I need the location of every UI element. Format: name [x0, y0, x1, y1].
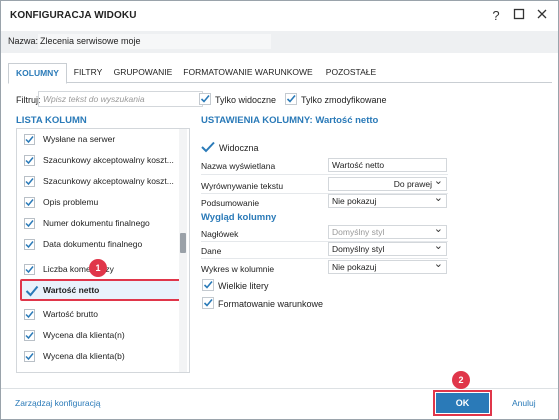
checkbox-icon[interactable]	[24, 309, 35, 320]
visible-label: Widoczna	[219, 143, 259, 153]
tab-filters[interactable]: FILTRY	[70, 63, 106, 83]
checkbox-icon[interactable]	[24, 197, 35, 208]
cancel-link[interactable]: Anuluj	[512, 398, 536, 408]
column-settings-header: USTAWIENIA KOLUMNY: Wartość netto	[201, 115, 379, 126]
title-bar: KONFIGURACJA WIDOKU ?	[1, 1, 558, 31]
text-alignment-select[interactable]: Do prawej	[328, 175, 447, 191]
conditional-formatting-checkbox-icon[interactable]	[202, 297, 214, 309]
list-item-label: Szacunkowy akceptowalny koszt...	[43, 176, 174, 186]
ok-button[interactable]: OK	[433, 390, 492, 416]
header-style-label: Nagłówek	[201, 229, 239, 239]
list-item[interactable]: Wycena dla klienta(b)	[17, 346, 181, 367]
filter-input[interactable]: Wpisz tekst do wyszukania	[38, 91, 203, 107]
checkbox-icon[interactable]	[24, 134, 35, 145]
list-item[interactable]: Szacunkowy akceptowalny koszt...	[17, 150, 181, 171]
display-name-input[interactable]: Wartość netto	[328, 158, 447, 172]
conditional-formatting-label: Formatowanie warunkowe	[218, 299, 324, 309]
list-item[interactable]: Numer dokumentu finalnego	[17, 213, 181, 234]
only-visible-label: Tylko widoczne	[215, 95, 277, 105]
tab-other[interactable]: POZOSTAŁE	[320, 63, 382, 83]
checkbox-icon[interactable]	[25, 284, 39, 298]
close-icon	[537, 9, 547, 19]
name-label: Nazwa:	[8, 36, 39, 46]
maximize-icon	[513, 8, 525, 20]
column-chart-label: Wykres w kolumnie	[201, 264, 275, 274]
checkbox-icon[interactable]	[24, 330, 35, 341]
visible-check-icon[interactable]	[201, 141, 215, 153]
list-item-label: Wartość brutto	[43, 309, 98, 319]
list-item-label: Data dokumentu finalnego	[43, 239, 143, 249]
list-item[interactable]: Szacunkowy akceptowalny koszt...	[17, 171, 181, 192]
maximize-button[interactable]	[510, 7, 528, 25]
data-style-label: Dane	[201, 246, 222, 256]
close-button[interactable]	[533, 7, 551, 25]
divider	[201, 174, 448, 175]
column-list-header: LISTA KOLUMN	[16, 115, 87, 126]
list-item-selected[interactable]: Wartość netto	[20, 279, 182, 301]
list-item[interactable]: Wysłane na serwer	[17, 129, 181, 150]
uppercase-checkbox-icon[interactable]	[202, 279, 214, 291]
tab-conditional-formatting[interactable]: FORMATOWANIE WARUNKOWE	[180, 63, 316, 83]
checkbox-icon[interactable]	[24, 155, 35, 166]
list-item[interactable]: Wycena dla klienta(n)	[17, 325, 181, 346]
list-item-label: Wycena dla klienta(n)	[43, 330, 125, 340]
checkbox-icon[interactable]	[24, 239, 35, 250]
summary-select[interactable]: Nie pokazuj	[328, 192, 447, 208]
list-item[interactable]: Wartość brutto	[17, 304, 181, 325]
display-name-label: Nazwa wyświetlana	[201, 161, 276, 171]
scrollbar-thumb[interactable]	[180, 233, 186, 253]
column-appearance-header: Wygląd kolumny	[201, 212, 277, 223]
summary-label: Podsumowanie	[201, 198, 260, 208]
text-alignment-label: Wyrównywanie tekstu	[201, 181, 284, 191]
tab-columns[interactable]: KOLUMNY	[8, 63, 67, 84]
list-item[interactable]: Data dokumentu finalnego	[17, 234, 181, 255]
divider	[201, 258, 448, 259]
uppercase-label: Wielkie litery	[218, 281, 269, 291]
name-row: Nazwa: Zlecenia serwisowe moje	[1, 31, 558, 53]
only-modified-checkbox-icon[interactable]	[285, 93, 297, 105]
header-style-select[interactable]: Domyślny styl	[328, 223, 447, 239]
name-field[interactable]: Zlecenia serwisowe moje	[38, 34, 271, 49]
tab-grouping[interactable]: GRUPOWANIE	[110, 63, 176, 83]
checkbox-icon[interactable]	[24, 176, 35, 187]
column-chart-select[interactable]: Nie pokazuj	[328, 258, 447, 274]
manage-configuration-link[interactable]: Zarządzaj konfiguracją	[15, 398, 101, 408]
filter-label: Filtruj:	[16, 95, 41, 105]
data-style-select[interactable]: Domyślny styl	[328, 240, 447, 256]
configuration-dialog: KONFIGURACJA WIDOKU ? Nazwa: Zlecenia se…	[0, 0, 559, 420]
list-item-label: Wycena dla klienta(b)	[43, 351, 125, 361]
help-button[interactable]: ?	[487, 7, 505, 25]
dialog-title: KONFIGURACJA WIDOKU	[10, 10, 137, 21]
only-modified-label: Tylko zmodyfikowane	[301, 95, 387, 105]
list-item-label: Szacunkowy akceptowalny koszt...	[43, 155, 174, 165]
list-item-label: Wysłane na serwer	[43, 134, 116, 144]
checkbox-icon[interactable]	[24, 218, 35, 229]
list-scrollbar[interactable]	[179, 129, 187, 372]
list-item-label: Opis problemu	[43, 197, 99, 207]
list-item-label: Numer dokumentu finalnego	[43, 218, 150, 228]
step-badge-2: 2	[452, 371, 470, 389]
checkbox-icon[interactable]	[24, 351, 35, 362]
column-list: Wysłane na serwer Szacunkowy akceptowaln…	[16, 128, 190, 373]
only-visible-checkbox-icon[interactable]	[199, 93, 211, 105]
list-item-label: Wartość netto	[43, 285, 100, 295]
step-badge-1: 1	[89, 259, 107, 277]
list-item[interactable]: Opis problemu	[17, 192, 181, 213]
checkbox-icon[interactable]	[24, 264, 35, 275]
tab-bar: KOLUMNY FILTRY GRUPOWANIE FORMATOWANIE W…	[8, 63, 552, 84]
